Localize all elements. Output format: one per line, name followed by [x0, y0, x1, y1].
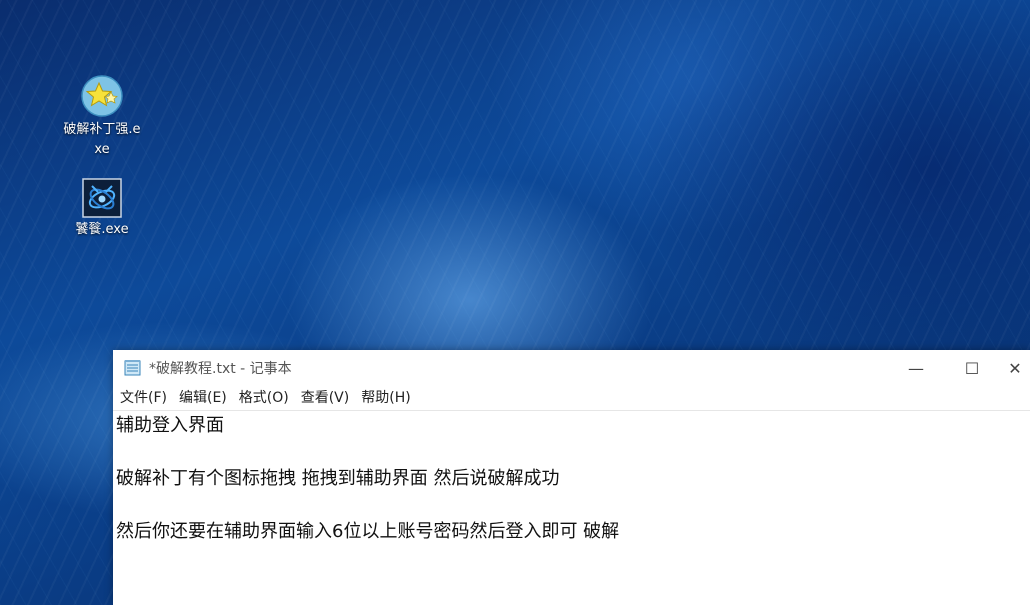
menu-help[interactable]: 帮助(H)	[356, 386, 415, 410]
text-editor[interactable]: 辅助登入界面 破解补丁有个图标拖拽 拖拽到辅助界面 然后说破解成功 然后你还要在…	[113, 411, 1030, 546]
menu-format[interactable]: 格式(O)	[234, 386, 294, 410]
maximize-icon: ☐	[964, 358, 980, 378]
desktop: 破解补丁强.exe 饕餮.exe *破解教程.txt - 记事本 — ☐ ✕ 文…	[0, 0, 1030, 605]
desktop-icon-label: 饕餮.exe	[75, 222, 129, 237]
desktop-icon-crack-patch[interactable]: 破解补丁强.exe	[62, 74, 142, 160]
text-line: 辅助登入界面	[116, 415, 224, 436]
close-icon: ✕	[1008, 358, 1022, 378]
menu-view[interactable]: 查看(V)	[296, 386, 355, 410]
maximize-button[interactable]: ☐	[944, 350, 1000, 386]
window-title: *破解教程.txt - 记事本	[149, 361, 292, 377]
menu-file[interactable]: 文件(F)	[115, 386, 172, 410]
menu-edit[interactable]: 编辑(E)	[174, 386, 232, 410]
text-line	[116, 493, 1030, 520]
desktop-icon-taotie[interactable]: 饕餮.exe	[62, 178, 142, 240]
close-button[interactable]: ✕	[1000, 350, 1030, 386]
notepad-window: *破解教程.txt - 记事本 — ☐ ✕ 文件(F) 编辑(E) 格式(O) …	[113, 350, 1030, 605]
text-line: 然后你还要在辅助界面输入6位以上账号密码然后登入即可 破解	[116, 521, 620, 542]
minimize-button[interactable]: —	[888, 350, 944, 386]
taotie-app-icon	[82, 178, 122, 218]
star-app-icon	[81, 75, 123, 117]
title-bar[interactable]: *破解教程.txt - 记事本 — ☐ ✕	[113, 350, 1030, 386]
minimize-icon: —	[908, 358, 924, 378]
desktop-icon-label: 破解补丁强.exe	[63, 122, 141, 157]
notepad-icon	[124, 360, 141, 376]
text-line	[116, 440, 1030, 467]
menu-bar: 文件(F) 编辑(E) 格式(O) 查看(V) 帮助(H)	[113, 386, 1030, 411]
text-line: 破解补丁有个图标拖拽 拖拽到辅助界面 然后说破解成功	[116, 468, 560, 489]
